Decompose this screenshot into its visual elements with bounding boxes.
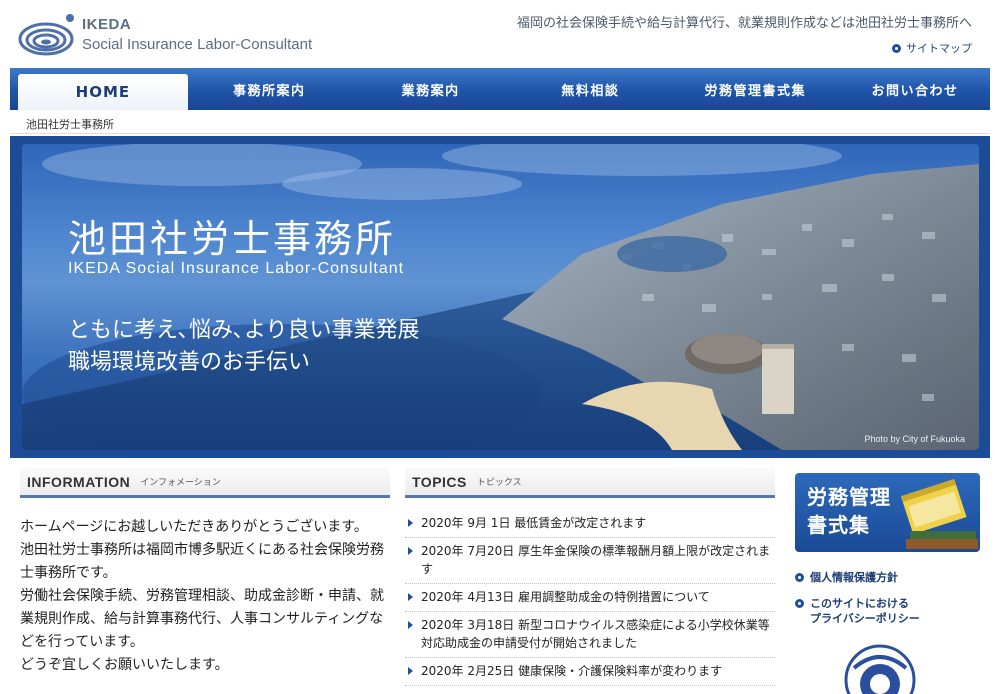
topic-text: 2020年 7月20日 厚生年金保険の標準報酬月額上限が改定されます	[421, 544, 771, 576]
hero-title: 池田社労士事務所	[68, 217, 397, 261]
arrow-right-icon	[408, 667, 413, 675]
topic-text: 2020年 2月25日 健康保険・介護保険料率が変わります	[421, 664, 723, 678]
logo-swirl-icon	[18, 14, 74, 56]
forms-banner-text: 労務管理 書式集	[807, 483, 891, 539]
nav-consultation[interactable]: 無料相談	[510, 68, 670, 110]
topics-heading: TOPICS トピックス	[405, 468, 775, 498]
hero-slogan-line2: 職場環境改善のお手伝い	[68, 350, 311, 375]
sitemap-label: サイトマップ	[906, 42, 972, 55]
nav-home[interactable]: HOME	[18, 74, 188, 110]
logo[interactable]: IKEDA Social Insurance Labor-Consultant	[18, 12, 318, 62]
hero-banner: 池田社労士事務所 IKEDA Social Insurance Labor-Co…	[22, 144, 979, 450]
arrow-right-icon	[408, 547, 413, 555]
privacy-policy-link[interactable]: 個人情報保護方針	[795, 570, 898, 585]
breadcrumb: 池田社労士事務所	[26, 118, 114, 131]
topic-text: 2020年 3月18日 新型コロナウイルス感染症による小学校休業等対応助成金の申…	[421, 618, 770, 650]
hero-title-en: IKEDA Social Insurance Labor-Consultant	[68, 260, 405, 277]
forms-banner-line2: 書式集	[807, 513, 870, 537]
privacy-mark-icon	[844, 644, 916, 694]
topics-list: 2020年 9月 1日 最低賃金が改定されます 2020年 7月20日 厚生年金…	[405, 510, 775, 686]
topic-item[interactable]: 2020年 9月 1日 最低賃金が改定されます	[405, 510, 775, 538]
information-paragraph: 労働社会保険手続、労務管理相談、助成金診断・申請、就業規則作成、給与計算事務代行…	[20, 588, 384, 650]
forms-banner-line1: 労務管理	[807, 485, 891, 509]
information-paragraph: 池田社労士事務所は福岡市博多駅近くにある社会保険労務士事務所です。	[20, 542, 384, 581]
nav-office[interactable]: 事務所案内	[188, 68, 351, 110]
topic-item[interactable]: 2020年 2月25日 健康保険・介護保険料率が変わります	[405, 658, 775, 686]
information-paragraph: どうぞ宜しくお願いいたします。	[20, 657, 229, 673]
information-paragraph: ホームページにお越しいただきありがとうございます。	[20, 519, 368, 535]
bullet-circle-icon	[795, 573, 804, 582]
hero-cityscape-image	[22, 144, 979, 450]
arrow-right-icon	[408, 519, 413, 527]
information-heading-jp: インフォメーション	[140, 478, 221, 488]
nav-contact[interactable]: お問い合わせ	[840, 68, 990, 110]
topic-text: 2020年 9月 1日 最低賃金が改定されます	[421, 516, 647, 530]
breadcrumb-bar: 池田社労士事務所	[10, 110, 990, 134]
main-nav: HOME 事務所案内 業務案内 無料相談 労務管理書式集 お問い合わせ	[10, 68, 990, 110]
bullet-circle-icon	[892, 43, 901, 53]
arrow-right-icon	[408, 621, 413, 629]
forms-banner[interactable]: 労務管理 書式集	[795, 473, 980, 552]
books-icon	[900, 478, 978, 549]
sitemap-link[interactable]: サイトマップ	[892, 40, 972, 56]
privacy-mark-logo[interactable]	[840, 640, 920, 694]
information-heading-en: INFORMATION	[27, 473, 131, 490]
topic-item[interactable]: 2020年 7月20日 厚生年金保険の標準報酬月額上限が改定されます	[405, 538, 775, 584]
site-privacy-line1: このサイトにおける	[810, 597, 909, 610]
logo-name: IKEDA	[82, 16, 132, 33]
site-privacy-label: このサイトにおける プライバシーポリシー	[810, 596, 920, 626]
bullet-circle-icon	[795, 599, 804, 608]
topics-heading-en: TOPICS	[412, 473, 467, 490]
header-tagline: 福岡の社会保険手続や給与計算代行、就業規則作成などは池田社労士事務所へ	[516, 16, 972, 31]
topic-item[interactable]: 2020年 3月18日 新型コロナウイルス感染症による小学校休業等対応助成金の申…	[405, 612, 775, 658]
hero-slogan-line1: ともに考え､悩み､より良い事業発展	[68, 318, 420, 343]
photo-credit: Photo by City of Fukuoka	[864, 434, 965, 444]
topic-text: 2020年 4月13日 雇用調整助成金の特例措置について	[421, 590, 710, 604]
topics-heading-jp: トピックス	[476, 478, 522, 488]
header: IKEDA Social Insurance Labor-Consultant …	[0, 0, 1000, 68]
logo-subtitle: Social Insurance Labor-Consultant	[82, 36, 313, 53]
information-body: ホームページにお越しいただきありがとうございます。 池田社労士事務所は福岡市博多…	[20, 516, 392, 677]
nav-services[interactable]: 業務案内	[351, 68, 511, 110]
site-privacy-line2: プライバシーポリシー	[810, 612, 920, 625]
arrow-right-icon	[408, 593, 413, 601]
information-heading: INFORMATION インフォメーション	[20, 468, 390, 498]
nav-forms[interactable]: 労務管理書式集	[670, 68, 840, 110]
site-privacy-link[interactable]: このサイトにおける プライバシーポリシー	[795, 596, 920, 626]
privacy-policy-label: 個人情報保護方針	[810, 571, 898, 584]
topic-item[interactable]: 2020年 4月13日 雇用調整助成金の特例措置について	[405, 584, 775, 612]
